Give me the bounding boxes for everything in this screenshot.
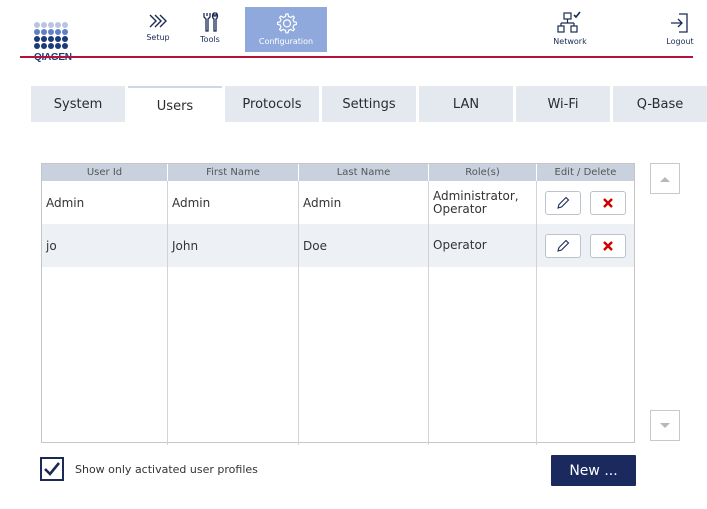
delete-user-button[interactable] (590, 233, 626, 258)
network-icon (557, 11, 581, 33)
pencil-icon (557, 239, 570, 252)
gear-icon (277, 13, 297, 34)
cell-last-name: Admin (299, 181, 429, 224)
users-table: User Id First Name Last Name Role(s) Edi… (41, 163, 635, 445)
tools-button[interactable]: Tools (192, 7, 228, 52)
cell-user-id: jo (42, 224, 168, 267)
cell-first-name: John (168, 224, 299, 267)
scroll-down-button[interactable] (650, 410, 680, 441)
table-row[interactable]: jo John Doe Operator (42, 224, 634, 267)
logout-button[interactable]: Logout (660, 7, 700, 52)
logo-dots (34, 22, 74, 49)
logout-icon (671, 13, 688, 33)
table-row[interactable]: Admin Admin Admin Administrator, Operato… (42, 181, 634, 224)
setup-button[interactable]: Setup (140, 7, 176, 52)
configuration-button[interactable]: Configuration (245, 7, 327, 52)
cell-user-id: Admin (42, 181, 168, 224)
network-button[interactable]: Network (550, 7, 590, 52)
tab-q-base[interactable]: Q-Base (613, 86, 707, 122)
table-header: User Id First Name Last Name Role(s) Edi… (42, 164, 634, 181)
tab-bar: System Users Protocols Settings LAN Wi-F… (31, 86, 707, 122)
new-user-button[interactable]: New ... (551, 455, 636, 486)
column-header-user-id: User Id (42, 164, 168, 181)
cell-actions (537, 224, 634, 267)
cell-first-name: Admin (168, 181, 299, 224)
tab-lan[interactable]: LAN (419, 86, 513, 122)
network-label: Network (553, 37, 587, 46)
logout-label: Logout (666, 37, 694, 46)
tab-system[interactable]: System (31, 86, 125, 122)
close-icon (603, 240, 613, 251)
scroll-up-button[interactable] (650, 163, 680, 194)
configuration-label: Configuration (258, 37, 314, 46)
show-activated-checkbox[interactable] (40, 457, 64, 481)
triangle-down-icon (660, 422, 670, 428)
tab-settings[interactable]: Settings (322, 86, 416, 122)
close-icon (603, 197, 613, 208)
delete-user-button[interactable] (590, 190, 626, 215)
tab-users[interactable]: Users (128, 86, 222, 122)
edit-user-button[interactable] (545, 190, 581, 215)
edit-user-button[interactable] (545, 233, 581, 258)
setup-label: Setup (146, 33, 170, 42)
tab-wifi[interactable]: Wi-Fi (516, 86, 610, 122)
cell-actions (537, 181, 634, 224)
cell-last-name: Doe (299, 224, 429, 267)
tab-protocols[interactable]: Protocols (225, 86, 319, 122)
show-activated-label: Show only activated user profiles (75, 463, 258, 476)
column-header-roles: Role(s) (429, 164, 537, 181)
header-divider (20, 56, 693, 58)
checkmark-icon (44, 462, 61, 476)
triangle-up-icon (660, 176, 670, 182)
table-empty-area (42, 267, 634, 445)
tools-label: Tools (200, 35, 220, 44)
cell-roles: Administrator, Operator (429, 181, 537, 224)
column-header-edit-delete: Edit / Delete (554, 167, 617, 178)
pencil-icon (557, 196, 570, 209)
tools-icon (203, 11, 219, 32)
cell-roles: Operator (429, 224, 537, 267)
column-header-first-name: First Name (168, 164, 299, 181)
setup-chevrons-icon (149, 14, 167, 28)
column-header-last-name: Last Name (299, 164, 429, 181)
